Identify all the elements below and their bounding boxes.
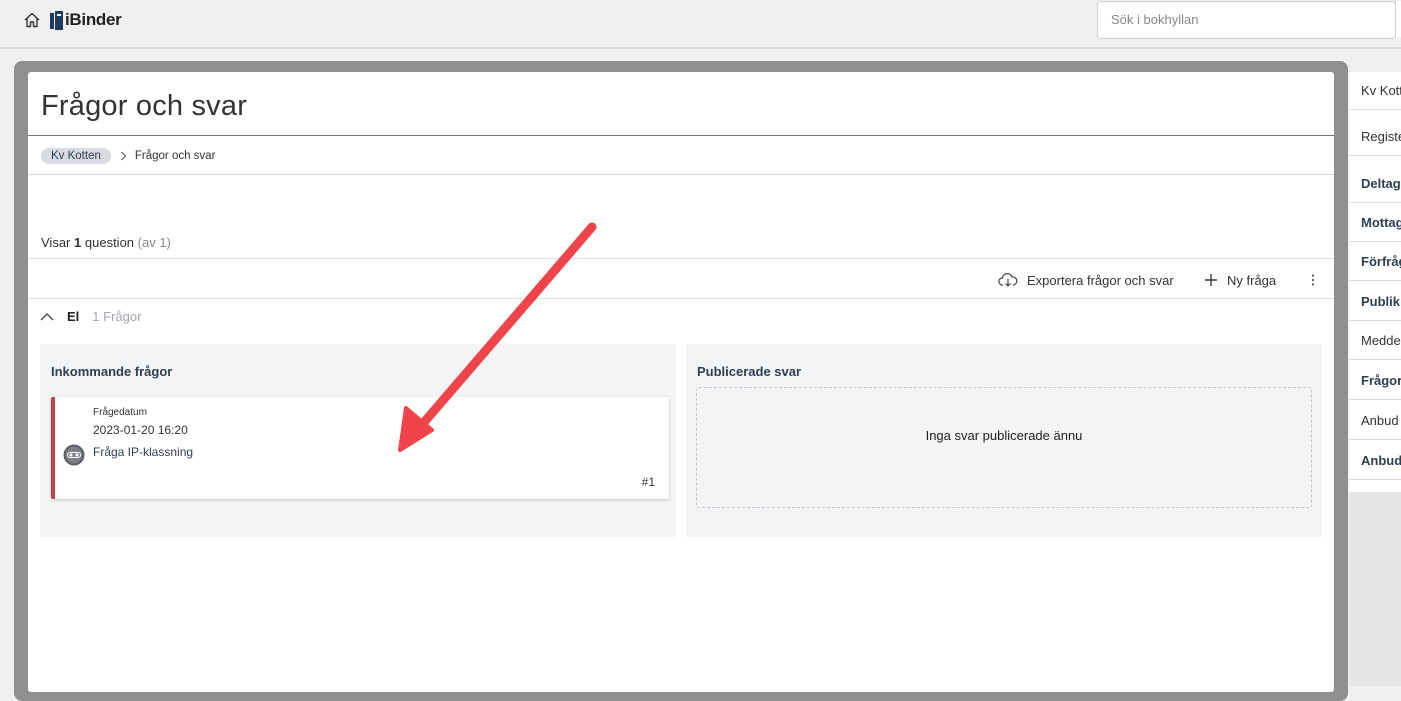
published-title: Publicerade svar	[697, 364, 802, 379]
main-panel: Frågor och svar Kv Kotten Frågor och sva…	[28, 72, 1334, 692]
sidebar-item-recipients[interactable]: Mottag	[1349, 204, 1401, 242]
incoming-questions-column: Inkommande frågor Frågedatum 2023-01-20 …	[40, 344, 676, 537]
sidebar-item-project[interactable]: Kv Kott	[1349, 72, 1401, 110]
group-name: El	[67, 308, 80, 324]
side-navigation: Kv Kott Registe Deltag Mottag Förfråg Pu…	[1349, 72, 1401, 492]
chevron-up-icon	[40, 312, 54, 320]
plus-icon	[1205, 274, 1217, 286]
incoming-title: Inkommande frågor	[51, 364, 173, 379]
top-bar: iBinder	[0, 0, 1401, 49]
binder-logo-icon	[50, 10, 63, 30]
page-title: Frågor och svar	[41, 90, 248, 122]
search-box[interactable]	[1097, 1, 1396, 39]
sidebar-item-messages[interactable]: Medde	[1349, 322, 1401, 360]
question-date-label: Frågedatum	[93, 407, 147, 418]
question-title[interactable]: Fråga IP-klassning	[93, 445, 193, 459]
count-total: (av 1)	[137, 235, 171, 250]
count-number: 1	[74, 235, 82, 250]
sidebar-item-publications[interactable]: Publik	[1349, 283, 1401, 321]
search-input[interactable]	[1098, 2, 1371, 36]
breadcrumb: Kv Kotten Frågor och svar	[41, 147, 215, 165]
group-count: 1 Frågor	[92, 308, 142, 324]
count-unit: question	[84, 235, 135, 250]
group-header-el[interactable]: El 1 Frågor	[40, 308, 141, 324]
published-answers-column: Publicerade svar Inga svar publicerade ä…	[686, 344, 1322, 537]
breadcrumb-current: Frågor och svar	[134, 150, 216, 162]
empty-state-text: Inga svar publicerade ännu	[925, 428, 1083, 443]
cloud-download-icon	[998, 273, 1018, 287]
divider	[28, 258, 1334, 259]
divider	[28, 298, 1334, 299]
logo-text: iBinder	[65, 10, 122, 29]
search-button[interactable]	[1395, 1, 1401, 37]
question-card[interactable]: Frågedatum 2023-01-20 16:20 Fråga IP-kla…	[51, 397, 669, 499]
result-count: Visar 1 question (av 1)	[41, 235, 171, 250]
count-prefix: Visar	[41, 235, 71, 250]
sidebar-item-bids[interactable]: Anbud	[1349, 402, 1401, 440]
sidebar-item-participants[interactable]: Deltag	[1349, 165, 1401, 203]
user-avatar-icon	[63, 444, 85, 466]
ibinder-logo[interactable]: iBinder	[50, 9, 122, 31]
divider	[28, 174, 1334, 175]
breadcrumb-root[interactable]: Kv Kotten	[41, 148, 111, 164]
divider	[28, 135, 1334, 136]
more-vertical-icon[interactable]	[1308, 272, 1318, 288]
new-question-button[interactable]: Ny fråga	[1204, 270, 1276, 290]
question-number: #1	[641, 475, 655, 489]
sidebar-item-questions[interactable]: Frågor	[1349, 362, 1401, 400]
new-question-label: Ny fråga	[1227, 272, 1277, 288]
side-background	[1349, 492, 1401, 686]
export-label: Exportera frågor och svar	[1027, 272, 1174, 288]
home-icon[interactable]	[23, 11, 41, 29]
sidebar-item-inquiries[interactable]: Förfråg	[1349, 243, 1401, 281]
export-button[interactable]: Exportera frågor och svar	[998, 270, 1174, 290]
sidebar-item-bids-2[interactable]: Anbud	[1349, 442, 1401, 480]
chevron-right-icon	[120, 151, 127, 161]
empty-state: Inga svar publicerade ännu	[696, 387, 1312, 508]
sidebar-item-register[interactable]: Registe	[1349, 118, 1401, 156]
question-date: 2023-01-20 16:20	[93, 423, 188, 437]
